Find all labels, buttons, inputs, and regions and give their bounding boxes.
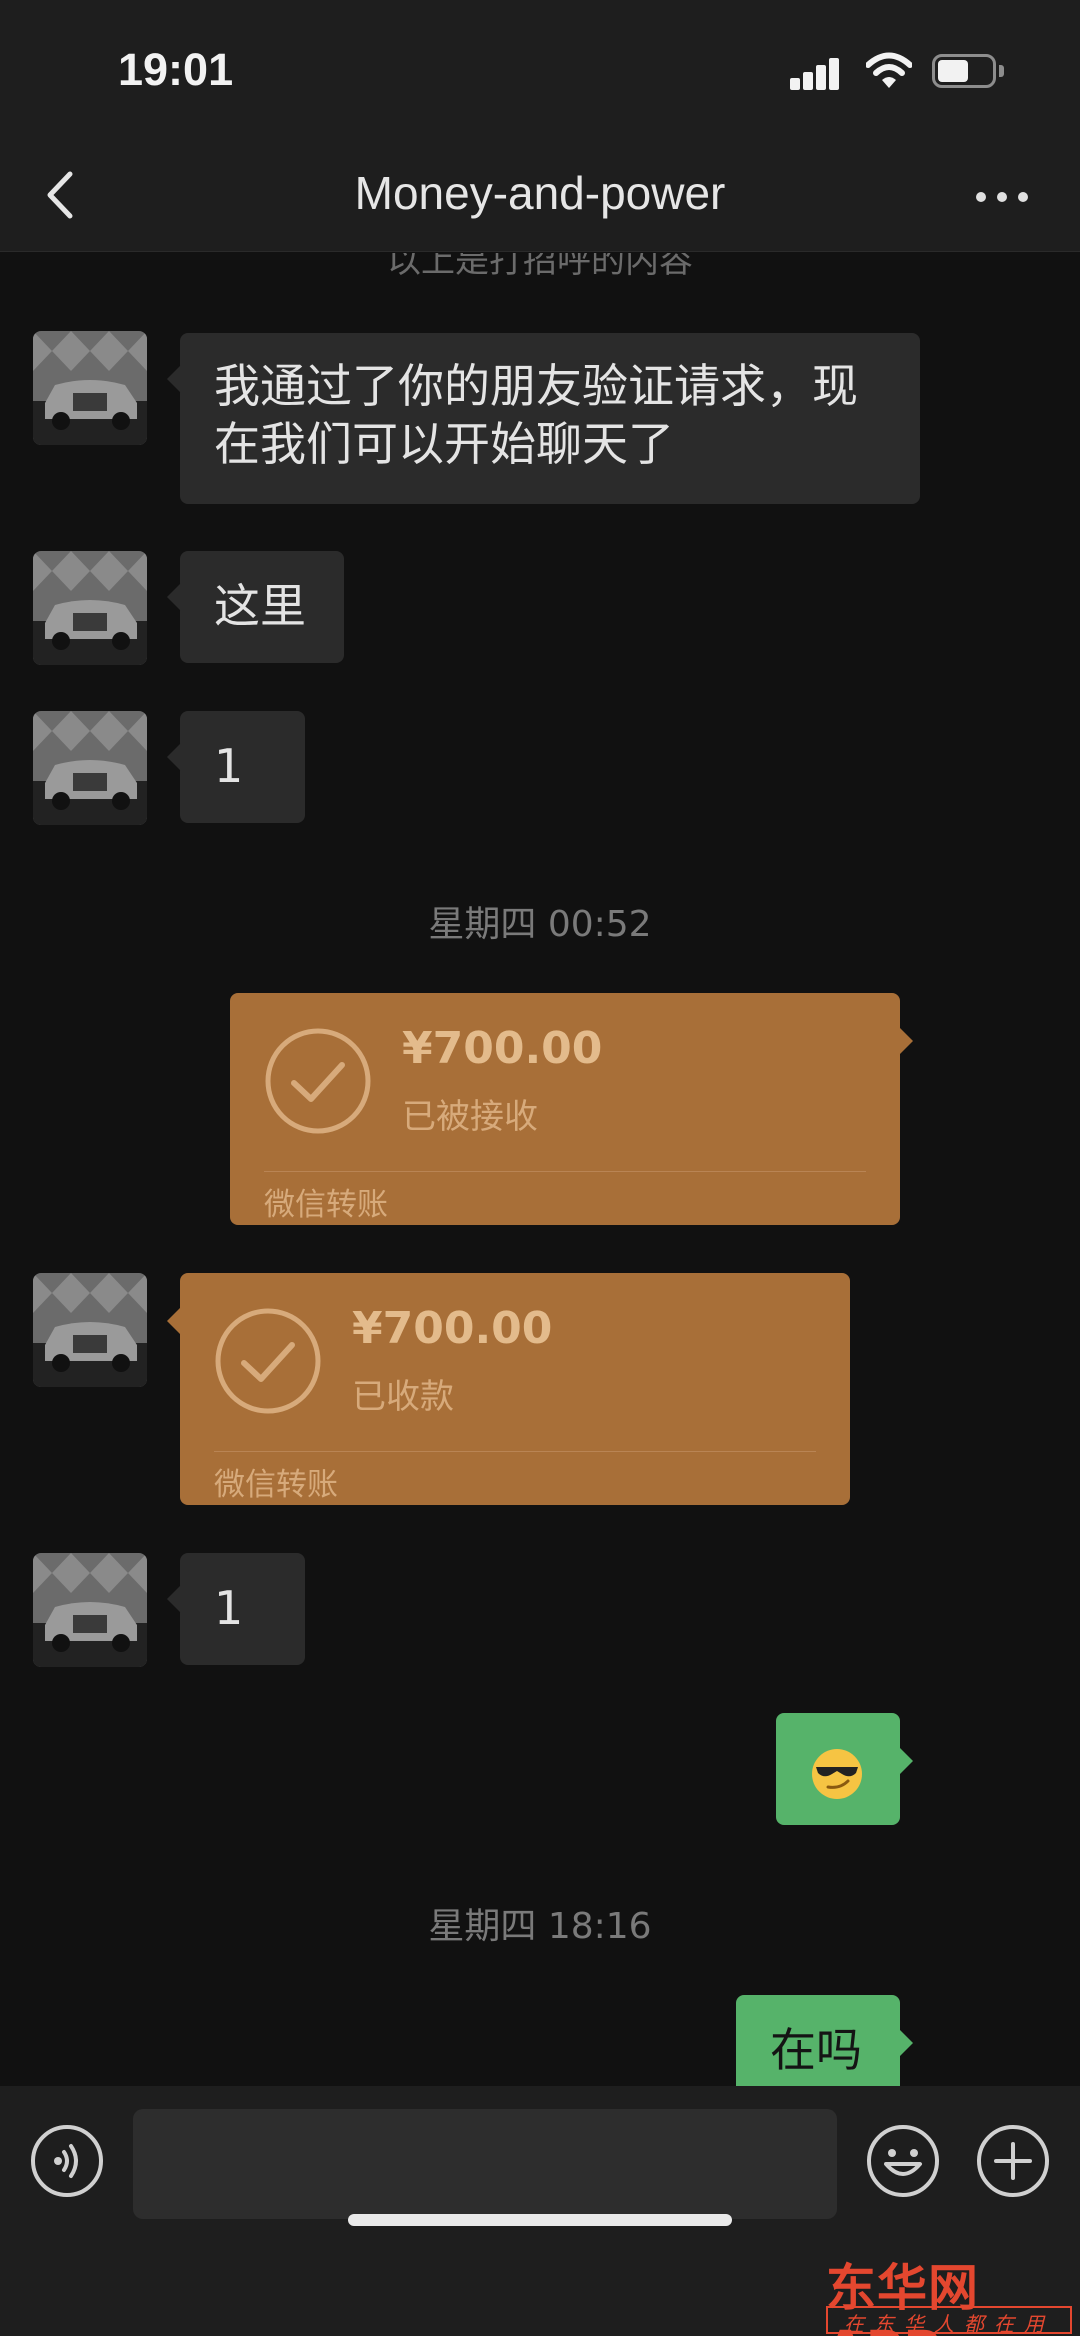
home-indicator[interactable] — [348, 2214, 732, 2226]
outgoing-message-bubble[interactable]: 在吗 — [736, 1995, 913, 2086]
contact-avatar[interactable] — [33, 551, 147, 665]
message-text: 这里 — [214, 579, 306, 633]
transfer-label: 微信转账 — [214, 1467, 338, 1503]
wifi-icon — [866, 52, 912, 88]
transfer-status: 已收款 — [352, 1377, 454, 1417]
chat-timestamp: 星期四 00:52 — [428, 904, 652, 945]
incoming-message-bubble[interactable]: 1 — [167, 711, 305, 823]
plus-icon[interactable] — [976, 2124, 1050, 2198]
emoji-icon[interactable] — [866, 2124, 940, 2198]
contact-avatar[interactable] — [33, 1273, 147, 1387]
incoming-message-bubble[interactable]: 我通过了你的朋友验证请求，现 在我们可以开始聊天了 — [167, 333, 920, 504]
chat-title: Money-and-power — [354, 167, 726, 219]
message-text-line: 我通过了你的朋友验证请求，现 — [214, 359, 858, 413]
message-text-line: 在我们可以开始聊天了 — [214, 417, 674, 471]
chat-timestamp: 星期四 18:16 — [428, 1906, 652, 1947]
chat-area[interactable]: 以上是打招呼的内容 我通过了你的朋友验证请求，现 在我们可以开始聊天了 这里 1… — [0, 253, 1080, 2086]
transfer-status: 已被接收 — [402, 1097, 538, 1137]
transfer-card-sent[interactable]: ¥700.00 已被接收 微信转账 — [230, 993, 913, 1225]
outgoing-emoji-bubble[interactable] — [776, 1713, 913, 1825]
checkmark-circle-icon — [265, 1028, 371, 1134]
voice-input-icon[interactable] — [30, 2124, 104, 2198]
message-input[interactable] — [133, 2109, 837, 2219]
watermark-slogan-box: 在东华人都在用 — [826, 2306, 1072, 2336]
system-notice: 以上是打招呼的内容 — [387, 253, 693, 281]
incoming-message-bubble[interactable]: 这里 — [167, 551, 344, 663]
watermark-slogan: 在东华人都在用 — [844, 2312, 1054, 2336]
card-divider — [264, 1171, 866, 1172]
transfer-amount: ¥700.00 — [352, 1303, 553, 1354]
incoming-message-bubble[interactable]: 1 — [167, 1553, 305, 1665]
cellular-signal-icon — [790, 56, 840, 90]
smirking-face-with-sunglasses-icon — [812, 1749, 862, 1799]
message-text: 1 — [214, 739, 244, 793]
message-text: 在吗 — [770, 2023, 862, 2077]
battery-icon — [932, 54, 1004, 88]
message-text: 1 — [214, 1581, 244, 1635]
transfer-label: 微信转账 — [264, 1187, 388, 1223]
status-time: 19:01 — [118, 44, 234, 95]
contact-avatar[interactable] — [33, 331, 147, 445]
watermark-logo: 东华网APP 在东华人都在用 — [818, 2248, 1080, 2336]
nav-bar: Money-and-power — [0, 140, 1080, 252]
contact-avatar[interactable] — [33, 1553, 147, 1667]
checkmark-circle-icon — [215, 1308, 321, 1414]
transfer-card-received[interactable]: ¥700.00 已收款 微信转账 — [167, 1273, 850, 1505]
card-divider — [214, 1451, 816, 1452]
status-bar: 19:01 — [0, 0, 1080, 140]
contact-avatar[interactable] — [33, 711, 147, 825]
transfer-amount: ¥700.00 — [402, 1023, 603, 1074]
more-options-icon[interactable] — [970, 174, 1034, 218]
